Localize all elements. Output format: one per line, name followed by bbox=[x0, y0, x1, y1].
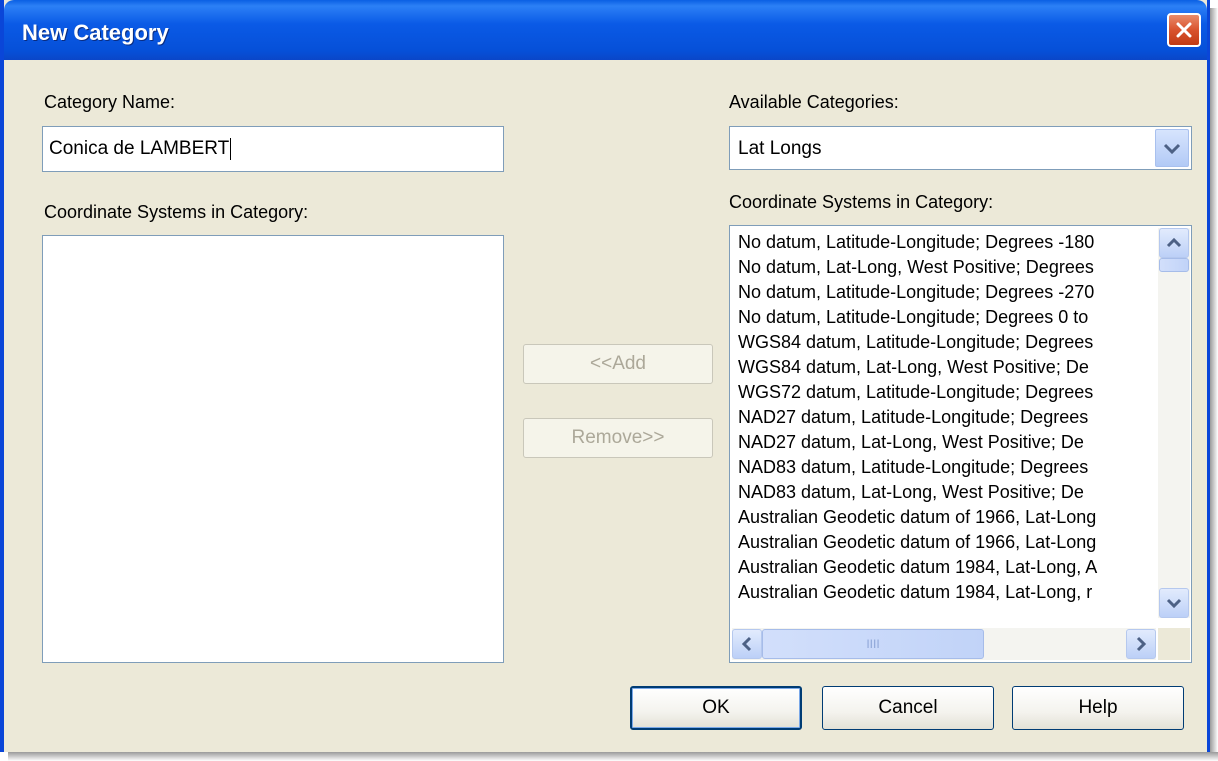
scroll-grip: IIII bbox=[866, 637, 880, 651]
list-item[interactable]: WGS84 datum, Lat-Long, West Positive; De bbox=[738, 355, 1153, 380]
list-item[interactable]: WGS72 datum, Latitude-Longitude; Degrees bbox=[738, 380, 1153, 405]
dropdown-arrow-button[interactable] bbox=[1155, 129, 1189, 167]
available-systems-items: No datum, Latitude-Longitude; Degrees -1… bbox=[738, 230, 1153, 605]
list-item[interactable]: NAD83 datum, Latitude-Longitude; Degrees bbox=[738, 455, 1153, 480]
chevron-down-icon bbox=[1166, 598, 1182, 609]
scroll-up-button[interactable] bbox=[1159, 228, 1189, 258]
available-categories-value: Lat Longs bbox=[738, 138, 822, 159]
add-button[interactable]: <<Add bbox=[523, 344, 713, 384]
category-name-input[interactable]: Conica de LAMBERT bbox=[42, 126, 504, 172]
chevron-right-icon bbox=[1136, 636, 1147, 652]
list-item[interactable]: NAD27 datum, Latitude-Longitude; Degrees bbox=[738, 405, 1153, 430]
vertical-scrollbar[interactable] bbox=[1158, 228, 1190, 618]
left-systems-label: Coordinate Systems in Category: bbox=[44, 202, 309, 222]
remove-button[interactable]: Remove>> bbox=[523, 418, 713, 458]
list-item[interactable]: No datum, Latitude-Longitude; Degrees -2… bbox=[738, 280, 1153, 305]
vertical-scroll-thumb[interactable] bbox=[1159, 258, 1189, 272]
category-name-value: Conica de LAMBERT bbox=[49, 138, 230, 159]
cancel-button[interactable]: Cancel bbox=[822, 686, 994, 730]
available-categories-dropdown[interactable]: Lat Longs bbox=[729, 126, 1192, 170]
close-button[interactable] bbox=[1167, 13, 1201, 47]
category-systems-list[interactable] bbox=[42, 235, 504, 663]
scroll-left-button[interactable] bbox=[732, 629, 762, 659]
help-button[interactable]: Help bbox=[1012, 686, 1184, 730]
chevron-up-icon bbox=[1166, 237, 1182, 248]
window-shadow-right bbox=[1210, 8, 1218, 761]
list-item[interactable]: Australian Geodetic datum 1984, Lat-Long… bbox=[738, 555, 1153, 580]
dialog-title: New Category bbox=[22, 20, 169, 45]
window-shadow-bottom bbox=[8, 752, 1218, 761]
scroll-right-button[interactable] bbox=[1126, 629, 1156, 659]
available-systems-list[interactable]: No datum, Latitude-Longitude; Degrees -1… bbox=[729, 225, 1192, 663]
scrollbar-corner bbox=[1158, 628, 1190, 660]
category-name-label: Category Name: bbox=[44, 92, 176, 112]
chevron-down-icon bbox=[1163, 143, 1181, 155]
ok-button[interactable]: OK bbox=[630, 686, 802, 730]
new-category-dialog: New Category Category Name: Conica de LA… bbox=[0, 0, 1210, 752]
list-item[interactable]: WGS84 datum, Latitude-Longitude; Degrees bbox=[738, 330, 1153, 355]
list-item[interactable]: NAD83 datum, Lat-Long, West Positive; De bbox=[738, 480, 1153, 505]
close-icon bbox=[1176, 22, 1192, 38]
list-item[interactable]: No datum, Latitude-Longitude; Degrees 0 … bbox=[738, 305, 1153, 330]
right-systems-label: Coordinate Systems in Category: bbox=[729, 192, 994, 212]
scroll-down-button[interactable] bbox=[1159, 588, 1189, 618]
list-item[interactable]: Australian Geodetic datum of 1966, Lat-L… bbox=[738, 505, 1153, 530]
chevron-left-icon bbox=[741, 636, 752, 652]
list-item[interactable]: No datum, Latitude-Longitude; Degrees -1… bbox=[738, 230, 1153, 255]
horizontal-scroll-thumb[interactable]: IIII bbox=[762, 629, 984, 659]
text-caret bbox=[230, 137, 232, 160]
list-item[interactable]: Australian Geodetic datum 1984, Lat-Long… bbox=[738, 580, 1153, 605]
horizontal-scrollbar[interactable]: IIII bbox=[732, 628, 1156, 660]
list-item[interactable]: Australian Geodetic datum of 1966, Lat-L… bbox=[738, 530, 1153, 555]
title-bar[interactable]: New Category bbox=[4, 0, 1207, 60]
list-item[interactable]: NAD27 datum, Lat-Long, West Positive; De bbox=[738, 430, 1153, 455]
available-categories-label: Available Categories: bbox=[729, 92, 899, 112]
list-item[interactable]: No datum, Lat-Long, West Positive; Degre… bbox=[738, 255, 1153, 280]
